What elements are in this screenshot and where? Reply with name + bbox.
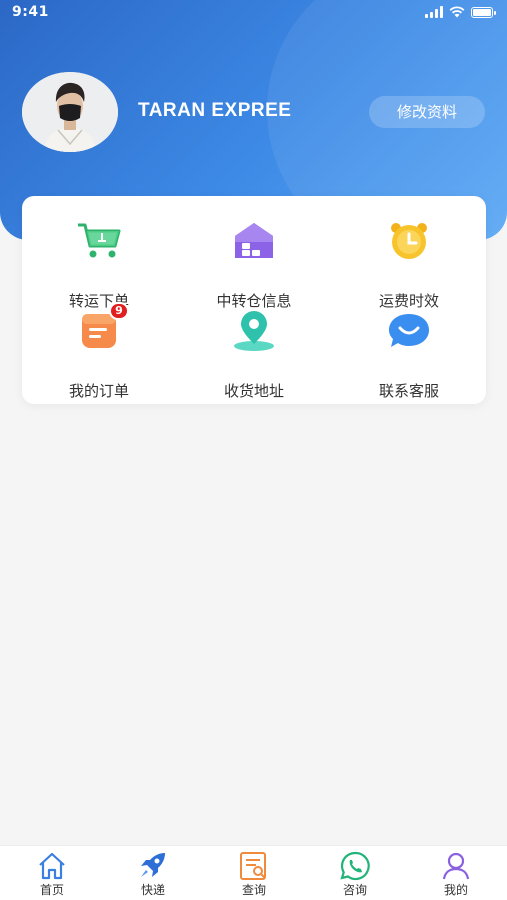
tab-mine[interactable]: 我的: [416, 846, 496, 900]
warehouse-icon: [230, 220, 278, 262]
menu-label: 收货地址: [223, 382, 284, 400]
menu-item-shipping-address[interactable]: 收货地址: [184, 310, 324, 400]
username: TARAN EXPREE: [138, 100, 292, 121]
tab-label: 查询: [241, 883, 266, 897]
home-icon: [36, 851, 68, 881]
order-badge: 9: [109, 302, 129, 320]
tab-label: 首页: [39, 883, 64, 897]
alarm-clock-icon: [385, 220, 433, 262]
menu-label: 联系客服: [378, 382, 439, 400]
shopping-cart-icon: [75, 220, 123, 262]
user-icon: [440, 851, 472, 881]
bottom-tab-bar: 首页 快递 查询 咨询 我的: [0, 845, 507, 900]
location-pin-icon: [230, 310, 278, 352]
search-document-icon: [238, 851, 270, 881]
status-bar: 9:41: [0, 0, 507, 26]
rocket-icon: [137, 851, 169, 881]
tab-query[interactable]: 查询: [214, 846, 294, 900]
menu-label: 运费时效: [378, 292, 439, 310]
tab-home[interactable]: 首页: [12, 846, 92, 900]
avatar[interactable]: [22, 72, 118, 152]
menu-item-warehouse-info[interactable]: 中转仓信息: [184, 220, 324, 310]
status-icons: [425, 6, 496, 18]
edit-profile-button[interactable]: 修改资料: [369, 96, 485, 128]
menu-label: 我的订单: [68, 382, 129, 400]
menu-item-customer-service[interactable]: 联系客服: [339, 310, 479, 400]
menu-label: 中转仓信息: [216, 292, 292, 310]
services-card: 转运下单 中转仓信息 运费时效 9 我的订单 收货地址 联系客服: [22, 196, 486, 404]
battery-icon: [471, 6, 496, 18]
menu-label: 转运下单: [68, 292, 129, 310]
menu-item-my-orders[interactable]: 9 我的订单: [29, 302, 169, 400]
tab-express[interactable]: 快递: [113, 846, 193, 900]
order-clipboard-icon: 9: [75, 302, 129, 352]
menu-item-transfer-order[interactable]: 转运下单: [29, 220, 169, 310]
wifi-icon: [449, 6, 465, 18]
tab-consult[interactable]: 咨询: [315, 846, 395, 900]
signal-icon: [425, 6, 443, 18]
status-time: 9:41: [12, 4, 49, 20]
tab-label: 咨询: [342, 883, 367, 897]
tab-label: 快递: [140, 883, 165, 897]
whatsapp-icon: [339, 851, 371, 881]
chat-bubble-icon: [385, 310, 433, 352]
menu-item-shipping-time[interactable]: 运费时效: [339, 220, 479, 310]
tab-label: 我的: [443, 883, 468, 897]
